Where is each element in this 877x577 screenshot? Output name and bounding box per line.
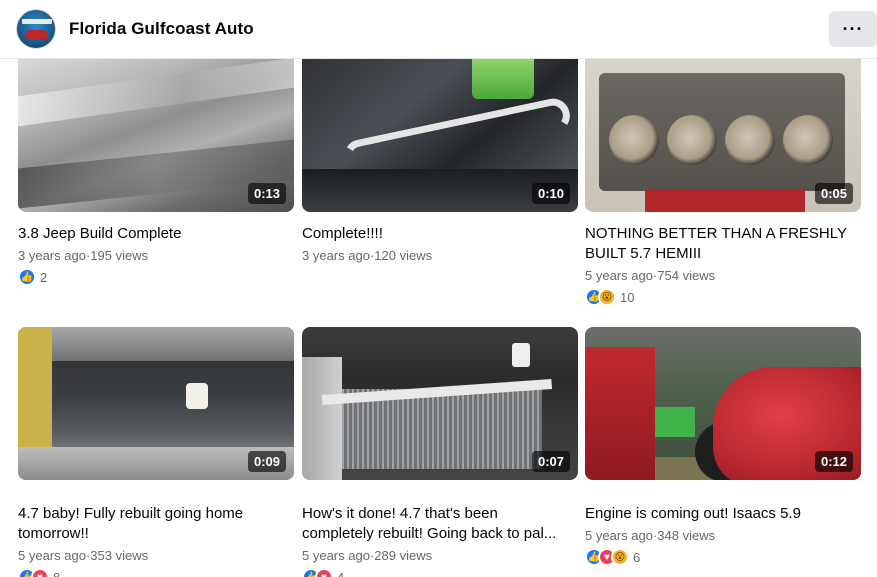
video-age: 3 years ago	[18, 248, 86, 263]
video-meta: 3 years ago·120 views	[302, 248, 433, 263]
video-duration: 0:13	[247, 183, 286, 204]
more-options-button[interactable]: ···	[829, 11, 877, 47]
reaction-count: 6	[633, 549, 641, 565]
reactions-summary[interactable]: 👍 ♥ 8	[18, 568, 60, 577]
avatar-banner	[22, 19, 52, 24]
video-thumbnail[interactable]: 0:05	[585, 59, 861, 212]
reactions-summary[interactable]: 👍 ♥ 😮 6	[585, 548, 640, 566]
reactions-summary[interactable]: 👍 ♥ 4	[302, 568, 344, 577]
video-thumbnail[interactable]: 0:10	[302, 59, 578, 212]
love-reaction-icon: ♥	[31, 568, 49, 577]
avatar-car	[26, 30, 48, 39]
video-views: 195 views	[90, 248, 149, 263]
video-meta: 3 years ago·195 views	[18, 248, 149, 263]
video-thumbnail[interactable]: 0:12	[585, 327, 861, 480]
video-age: 5 years ago	[585, 528, 653, 543]
video-title[interactable]: How's it done! 4.7 that's been completel…	[302, 504, 570, 544]
video-meta: 5 years ago·353 views	[18, 548, 149, 563]
video-duration: 0:09	[247, 451, 286, 472]
video-age: 5 years ago	[18, 548, 86, 563]
reaction-count: 8	[53, 569, 61, 577]
video-duration: 0:12	[814, 451, 853, 472]
video-duration: 0:10	[531, 183, 570, 204]
video-meta: 5 years ago·754 views	[585, 268, 716, 283]
video-views: 120 views	[374, 248, 433, 263]
video-duration: 0:07	[531, 451, 570, 472]
video-age: 3 years ago	[302, 248, 370, 263]
video-duration: 0:05	[814, 183, 853, 204]
love-reaction-icon: ♥	[315, 568, 333, 577]
reaction-count: 2	[40, 269, 48, 285]
video-thumbnail[interactable]: 0:09	[18, 327, 294, 480]
video-views: 348 views	[657, 528, 716, 543]
video-views: 353 views	[90, 548, 149, 563]
reactions-summary[interactable]: 👍 😮 10	[585, 288, 634, 306]
reactions-summary[interactable]: 👍 2	[18, 268, 47, 286]
video-age: 5 years ago	[585, 268, 653, 283]
video-meta: 5 years ago·348 views	[585, 528, 716, 543]
video-title[interactable]: 4.7 baby! Fully rebuilt going home tomor…	[18, 504, 286, 544]
video-thumbnail[interactable]: 0:07	[302, 327, 578, 480]
video-title[interactable]: 3.8 Jeep Build Complete	[18, 224, 286, 244]
video-title[interactable]: Engine is coming out! Isaacs 5.9	[585, 504, 853, 524]
page-name[interactable]: Florida Gulfcoast Auto	[69, 19, 254, 39]
wow-reaction-icon: 😮	[598, 288, 616, 306]
video-thumbnail[interactable]: 0:13	[18, 59, 294, 212]
page-avatar[interactable]	[16, 9, 56, 49]
page-header: Florida Gulfcoast Auto ···	[0, 0, 877, 58]
more-icon: ···	[842, 18, 864, 39]
reaction-count: 4	[337, 569, 345, 577]
video-meta: 5 years ago·289 views	[302, 548, 433, 563]
reaction-count: 10	[620, 289, 635, 305]
video-title[interactable]: Complete!!!!	[302, 224, 570, 244]
wow-reaction-icon: 😮	[611, 548, 629, 566]
like-reaction-icon: 👍	[18, 268, 36, 286]
video-title[interactable]: NOTHING BETTER THAN A FRESHLY BUILT 5.7 …	[585, 224, 853, 264]
video-views: 754 views	[657, 268, 716, 283]
video-age: 5 years ago	[302, 548, 370, 563]
video-views: 289 views	[374, 548, 433, 563]
